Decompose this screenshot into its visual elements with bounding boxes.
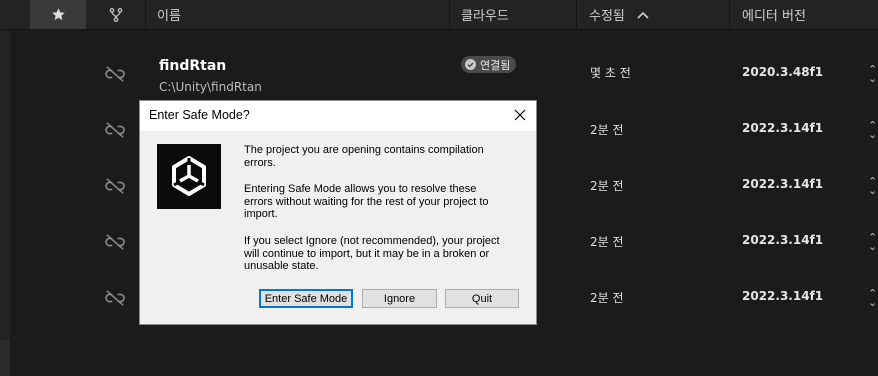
enter-safe-mode-button[interactable]: Enter Safe Mode <box>259 289 353 308</box>
unity-logo-icon <box>157 144 221 209</box>
vcs-column-header[interactable] <box>88 0 144 29</box>
unlinked-icon[interactable] <box>104 233 126 251</box>
ignore-button[interactable]: Ignore <box>362 289 437 308</box>
left-sidebar-strip-bottom <box>0 340 10 376</box>
column-divider <box>729 0 730 29</box>
dialog-message-line: import. <box>244 208 278 220</box>
dialog-message-line: The project you are opening contains com… <box>244 144 484 156</box>
project-path: C:\Unity\findRtan <box>159 80 262 94</box>
version-select-chevron-icon[interactable]: ⌃ ⌄ <box>868 232 877 252</box>
name-column-header[interactable]: 이름 <box>157 0 181 29</box>
modified-time: 2분 전 <box>590 291 624 305</box>
unlinked-icon[interactable] <box>104 289 126 307</box>
editor-version: 2020.3.48f1 <box>742 65 824 79</box>
favorite-column-header[interactable] <box>30 0 86 29</box>
modified-time: 2분 전 <box>590 235 624 249</box>
editor-version: 2022.3.14f1 <box>742 121 824 135</box>
dialog-title: Enter Safe Mode? <box>149 108 250 122</box>
column-divider <box>576 0 577 29</box>
dialog-message-paragraph: The project you are opening contains com… <box>244 144 514 169</box>
editor-version: 2022.3.14f1 <box>742 289 824 303</box>
dialog-message-line: errors without waiting for the rest of y… <box>244 195 489 208</box>
column-divider <box>145 0 146 29</box>
dialog-message-line: If you select Ignore (not recommended), … <box>244 235 500 247</box>
quit-button[interactable]: Quit <box>445 289 519 308</box>
modified-time: 2분 전 <box>590 179 624 193</box>
unlinked-icon[interactable] <box>104 65 126 83</box>
cloud-column-header[interactable]: 클라우드 <box>461 0 509 29</box>
cloud-status-badge: 연결됨 <box>461 56 517 73</box>
project-list-header: 이름 클라우드 수정됨 에디터 버전 <box>0 0 878 30</box>
dialog-message-line: will continue to import, but it may be i… <box>244 247 490 260</box>
cloud-status-label: 연결됨 <box>480 58 511 72</box>
cloud-header-label: 클라우드 <box>461 9 509 24</box>
modified-column-header[interactable]: 수정됨 <box>589 0 649 29</box>
editor-version: 2022.3.14f1 <box>742 233 824 247</box>
dialog-message-line: unusable state. <box>244 260 319 272</box>
check-circle-icon <box>465 59 476 70</box>
editor-version-header-label: 에디터 버전 <box>742 9 806 24</box>
column-divider <box>449 0 450 29</box>
enter-safe-mode-button-label: Enter Safe Mode <box>264 292 348 305</box>
editor-version-column-header[interactable]: 에디터 버전 <box>742 0 806 29</box>
dialog-message-paragraph: Entering Safe Mode allows you to resolve… <box>244 183 514 221</box>
modified-time: 몇 초 전 <box>590 66 631 80</box>
version-select-chevron-icon[interactable]: ⌃ ⌄ <box>868 64 877 84</box>
dialog-titlebar[interactable]: Enter Safe Mode? <box>140 101 536 131</box>
quit-button-label: Quit <box>471 292 493 305</box>
chevron-up-icon <box>637 11 649 19</box>
project-name: findRtan <box>159 58 227 74</box>
modified-time: 2분 전 <box>590 123 624 137</box>
ignore-button-label: Ignore <box>383 292 416 305</box>
editor-version: 2022.3.14f1 <box>742 177 824 191</box>
branch-icon <box>109 7 123 22</box>
safe-mode-dialog: Enter Safe Mode? The project you are ope… <box>139 100 537 325</box>
name-header-label: 이름 <box>157 9 181 24</box>
modified-header-label: 수정됨 <box>589 9 625 24</box>
version-select-chevron-icon[interactable]: ⌃ ⌄ <box>868 120 877 140</box>
unlinked-icon[interactable] <box>104 177 126 195</box>
unlinked-icon[interactable] <box>104 121 126 139</box>
dialog-message-paragraph: If you select Ignore (not recommended), … <box>244 235 514 273</box>
star-icon <box>51 8 65 21</box>
version-select-chevron-icon[interactable]: ⌃ ⌄ <box>868 176 877 196</box>
dialog-message-line: errors. <box>244 156 276 169</box>
version-select-chevron-icon[interactable]: ⌃ ⌄ <box>868 288 877 308</box>
dialog-message-line: Entering Safe Mode allows you to resolve… <box>244 183 477 195</box>
left-sidebar-strip <box>0 0 10 376</box>
close-icon[interactable] <box>512 106 528 124</box>
